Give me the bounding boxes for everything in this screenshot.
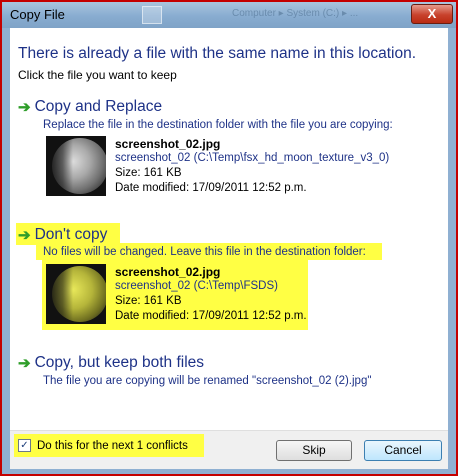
dialog-instruction: Click the file you want to keep — [18, 68, 177, 82]
destination-file-size: Size: 161 KB — [115, 295, 182, 307]
background-window-icon — [142, 6, 162, 24]
moon-image-thumbnail[interactable] — [46, 264, 106, 324]
dialog-heading: There is already a file with the same na… — [18, 45, 417, 62]
dialog-footer: ✓ Do this for the next 1 conflicts Skip … — [10, 430, 448, 469]
destination-file-path: screenshot_02 (C:\Temp\FSDS) — [115, 280, 278, 292]
source-file-date: Date modified: 17/09/2011 12:52 p.m. — [115, 182, 307, 194]
checkmark-icon: ✓ — [20, 439, 29, 451]
copy-and-replace-option[interactable]: ➔ Copy and Replace — [18, 98, 162, 116]
moon-image-thumbnail[interactable] — [46, 136, 106, 196]
skip-button[interactable]: Skip — [276, 440, 352, 461]
keep-both-option[interactable]: ➔ Copy, but keep both files — [18, 354, 204, 372]
dialog-content: There is already a file with the same na… — [10, 28, 448, 469]
checkbox-box[interactable]: ✓ — [18, 439, 31, 452]
close-icon: X — [427, 6, 437, 21]
window-title: Copy File — [10, 7, 65, 22]
destination-file-date: Date modified: 17/09/2011 12:52 p.m. — [115, 310, 307, 322]
green-arrow-icon: ➔ — [18, 355, 31, 372]
copy-and-replace-description: Replace the file in the destination fold… — [43, 119, 393, 131]
keep-both-label: Copy, but keep both files — [34, 354, 205, 371]
copy-and-replace-label: Copy and Replace — [34, 98, 163, 115]
source-file-path: screenshot_02 (C:\Temp\fsx_hd_moon_textu… — [115, 152, 390, 164]
keep-both-description: The file you are copying will be renamed… — [43, 375, 372, 387]
cancel-button[interactable]: Cancel — [364, 440, 442, 461]
window-title-bar[interactable]: Computer ▸ System (C:) ▸ ... Copy File X — [2, 2, 456, 29]
green-arrow-icon: ➔ — [18, 227, 31, 244]
source-file-name: screenshot_02.jpg — [115, 137, 221, 151]
window-right-edge — [448, 28, 456, 474]
window-left-edge — [2, 28, 10, 474]
destination-file-name: screenshot_02.jpg — [115, 265, 221, 279]
repeat-for-conflicts-checkbox[interactable]: ✓ Do this for the next 1 conflicts — [14, 434, 204, 457]
repeat-for-conflicts-label: Do this for the next 1 conflicts — [37, 439, 188, 452]
dont-copy-label: Don't copy — [34, 226, 108, 243]
close-button[interactable]: X — [411, 4, 453, 24]
dont-copy-description: No files will be changed. Leave this fil… — [43, 246, 366, 258]
green-arrow-icon: ➔ — [18, 99, 31, 116]
background-address-text: Computer ▸ System (C:) ▸ ... — [232, 8, 359, 19]
dont-copy-option[interactable]: ➔ Don't copy — [18, 226, 107, 244]
source-file-size: Size: 161 KB — [115, 167, 182, 179]
